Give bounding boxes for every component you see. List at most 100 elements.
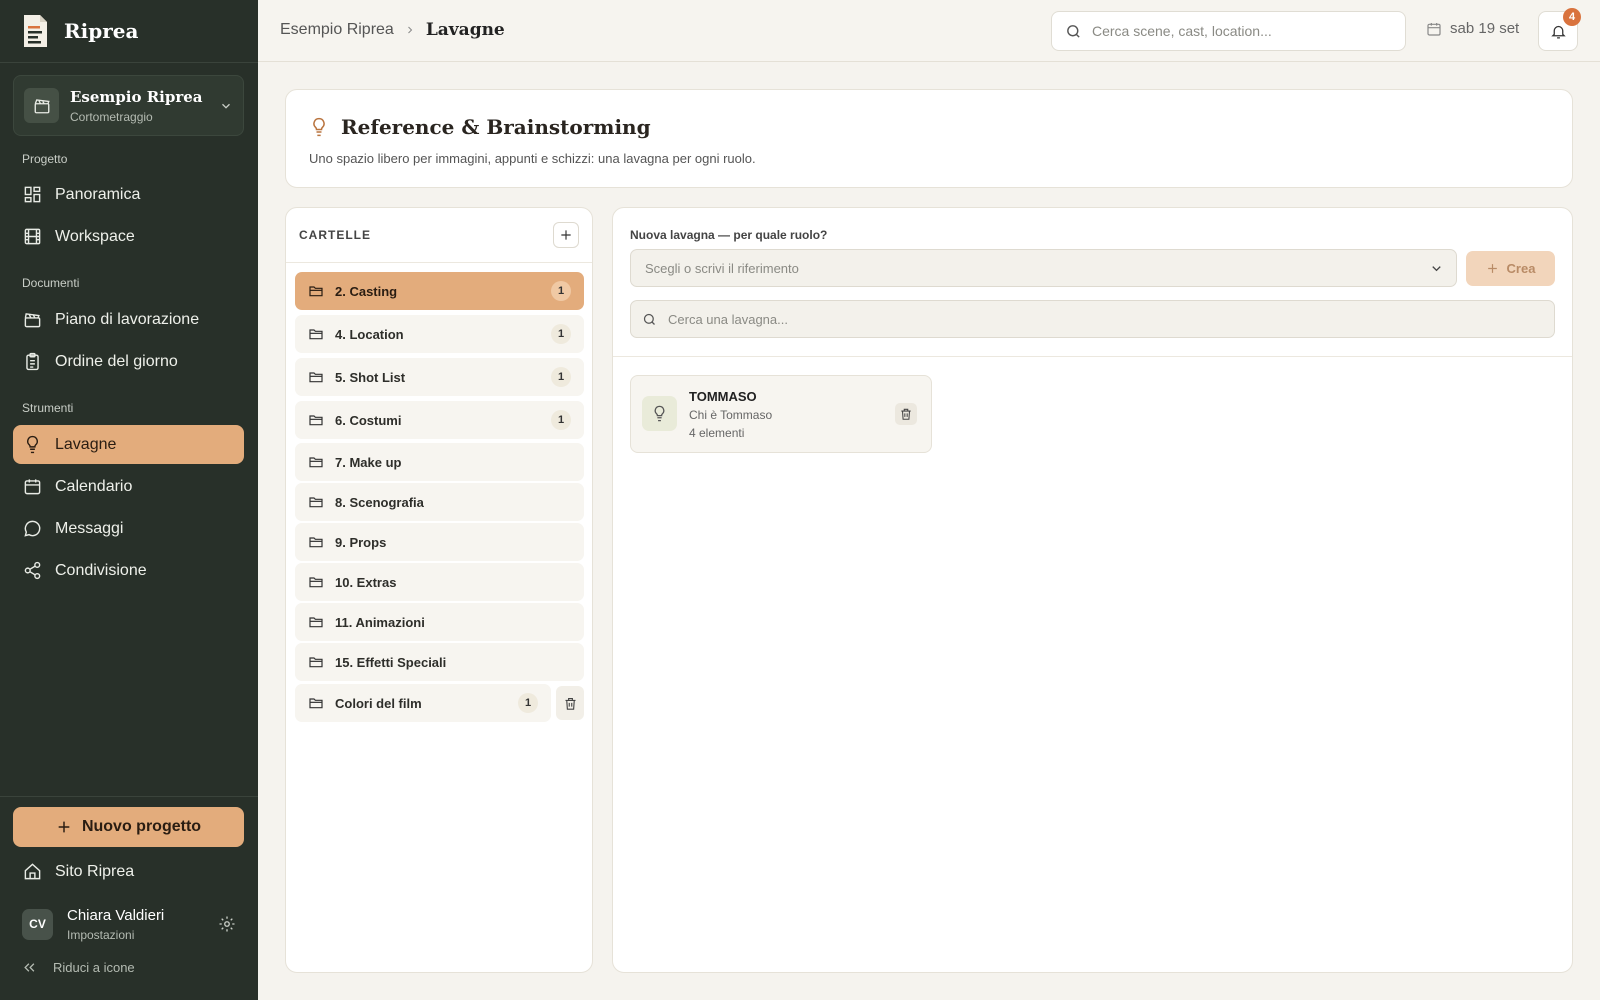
- page-description: Uno spazio libero per immagini, appunti …: [309, 151, 756, 166]
- calendar-icon: [1427, 22, 1441, 36]
- sidebar-item-sito-riprea[interactable]: Sito Riprea: [13, 852, 244, 891]
- project-switcher[interactable]: Esempio Riprea Cortometraggio: [13, 75, 244, 136]
- avatar: CV: [22, 908, 53, 940]
- role-select[interactable]: Scegli o scrivi il riferimento: [630, 249, 1457, 287]
- folder-item[interactable]: 6. Costumi 1: [295, 401, 584, 439]
- folder-icon: [309, 457, 323, 468]
- folder-item[interactable]: 8. Scenografia: [295, 483, 584, 521]
- notification-count-badge: 4: [1563, 8, 1581, 26]
- sidebar-item-label: Ordine del giorno: [55, 352, 178, 370]
- divider: [0, 62, 258, 63]
- delete-board-button[interactable]: [895, 403, 917, 425]
- app-name: Riprea: [64, 19, 139, 43]
- user-name: Chiara Valdieri: [67, 906, 165, 924]
- create-board-button[interactable]: Crea: [1466, 251, 1555, 286]
- folder-item[interactable]: 5. Shot List 1: [295, 358, 584, 396]
- chevron-right-icon: [407, 26, 413, 34]
- folder-icon: [309, 698, 323, 709]
- folder-label: 9. Props: [335, 534, 387, 550]
- lightbulb-icon: [642, 396, 677, 431]
- breadcrumb: Esempio Riprea Lavagne: [280, 20, 505, 40]
- folder-item[interactable]: Colori del film 1: [295, 684, 551, 722]
- sidebar-item-condivisione[interactable]: Condivisione: [13, 551, 244, 590]
- sidebar-item-workspace[interactable]: Workspace: [13, 217, 244, 256]
- gear-icon[interactable]: [218, 915, 236, 933]
- page-header: Reference & Brainstorming Uno spazio lib…: [285, 89, 1573, 188]
- folder-label: 15. Effetti Speciali: [335, 654, 447, 670]
- divider: [613, 356, 1572, 357]
- sidebar-item-ordine-del-giorno[interactable]: Ordine del giorno: [13, 342, 244, 381]
- lightbulb-icon: [313, 117, 325, 137]
- grid-icon: [24, 186, 41, 203]
- new-project-button[interactable]: Nuovo progetto: [13, 807, 244, 847]
- board-card[interactable]: TOMMASO Chi è Tommaso 4 elementi: [630, 375, 932, 453]
- breadcrumb-project[interactable]: Esempio Riprea: [280, 21, 394, 39]
- folder-item[interactable]: 2. Casting 1: [295, 272, 584, 310]
- folder-count-badge: 1: [518, 693, 538, 713]
- user-profile[interactable]: CV Chiara Valdieri Impostazioni: [22, 904, 236, 944]
- section-label-documenti: Documenti: [22, 276, 80, 290]
- plus-icon: [58, 821, 70, 833]
- board-subtitle: Chi è Tommaso: [689, 408, 773, 422]
- folder-item[interactable]: 9. Props: [295, 523, 584, 561]
- lightbulb-icon: [27, 435, 38, 454]
- folder-label: 8. Scenografia: [335, 494, 424, 510]
- folder-label: 2. Casting: [335, 283, 398, 299]
- breadcrumb-current: Lavagne: [425, 20, 505, 40]
- folder-item[interactable]: 10. Extras: [295, 563, 584, 601]
- sidebar-item-label: Condivisione: [55, 561, 147, 579]
- project-type: Cortometraggio: [70, 109, 153, 124]
- folder-label: Colori del film: [335, 695, 422, 711]
- folder-count-badge: 1: [551, 324, 571, 344]
- board-search[interactable]: [630, 300, 1555, 338]
- sidebar-item-messaggi[interactable]: Messaggi: [13, 509, 244, 548]
- clipboard-icon: [26, 352, 39, 371]
- sidebar-item-panoramica[interactable]: Panoramica: [13, 175, 244, 214]
- delete-folder-button[interactable]: [556, 686, 584, 720]
- folder-label: 11. Animazioni: [335, 614, 425, 630]
- sidebar-item-calendario[interactable]: Calendario: [13, 467, 244, 506]
- chevron-down-icon: [222, 103, 230, 109]
- boards-panel: Nuova lavagna — per quale ruolo? Scegli …: [612, 207, 1573, 973]
- sidebar-item-label: Lavagne: [55, 435, 117, 453]
- new-board-label: Nuova lavagna — per quale ruolo?: [630, 228, 828, 242]
- folder-item[interactable]: 7. Make up: [295, 443, 584, 481]
- notifications-button[interactable]: 4: [1538, 8, 1581, 51]
- brand[interactable]: Riprea: [22, 14, 138, 48]
- sidebar-item-label: Workspace: [55, 227, 135, 245]
- project-name: Esempio Riprea: [70, 87, 203, 106]
- sidebar-item-label: Panoramica: [55, 185, 141, 203]
- global-search[interactable]: [1051, 11, 1406, 51]
- add-folder-button[interactable]: [553, 222, 579, 248]
- sidebar-item-label: Messaggi: [55, 519, 124, 537]
- collapse-label: Riduci a icone: [53, 960, 135, 975]
- folder-label: 5. Shot List: [335, 369, 406, 385]
- trash-icon: [565, 697, 575, 710]
- folder-item[interactable]: 4. Location 1: [295, 315, 584, 353]
- folder-item[interactable]: 15. Effetti Speciali: [295, 643, 584, 681]
- page-title: Reference & Brainstorming: [341, 115, 651, 139]
- folder-item[interactable]: 11. Animazioni: [295, 603, 584, 641]
- sidebar-item-piano-di-lavorazione[interactable]: Piano di lavorazione: [13, 300, 244, 339]
- role-select-placeholder: Scegli o scrivi il riferimento: [645, 260, 799, 276]
- board-name: TOMMASO: [689, 389, 757, 404]
- folder-count-badge: 1: [551, 367, 571, 387]
- plus-icon: [561, 230, 571, 240]
- plus-icon: [1487, 264, 1497, 273]
- folder-icon: [309, 497, 323, 508]
- sidebar-item-label: Piano di lavorazione: [55, 310, 200, 328]
- folder-count-badge: 1: [551, 410, 571, 430]
- clapperboard-icon: [24, 313, 41, 328]
- board-search-input[interactable]: [668, 311, 1528, 327]
- home-icon: [24, 863, 41, 880]
- folder-icon: [309, 617, 323, 628]
- section-label-progetto: Progetto: [22, 152, 68, 166]
- search-input[interactable]: [1092, 23, 1382, 39]
- folders-heading: CARTELLE: [299, 228, 371, 242]
- app-logo-icon: [24, 15, 47, 47]
- sidebar-item-lavagne[interactable]: Lavagne: [13, 425, 244, 464]
- search-icon: [643, 313, 655, 325]
- current-date: sab 19 set: [1450, 20, 1520, 37]
- user-settings-label: Impostazioni: [67, 927, 135, 942]
- collapse-sidebar-button[interactable]: Riduci a icone: [22, 960, 135, 975]
